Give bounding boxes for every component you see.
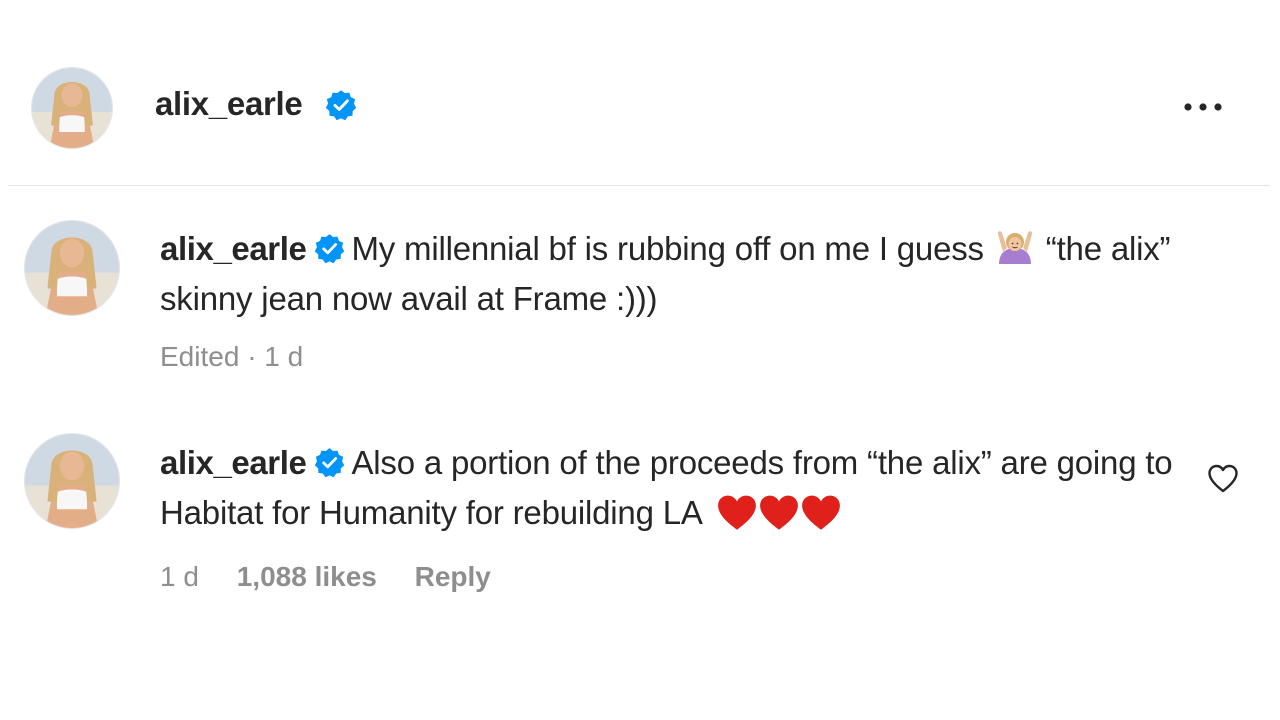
comment-text: Also a portion of the proceeds from “the… bbox=[160, 444, 1173, 531]
heart-outline-icon[interactable] bbox=[1205, 461, 1241, 497]
comment-text-block: alix_earle My millennial bf is rubbing of… bbox=[160, 224, 1205, 324]
red-heart-emoji bbox=[716, 494, 758, 532]
header-divider bbox=[8, 185, 1270, 186]
comment-time[interactable]: 1 d bbox=[264, 340, 303, 374]
more-horizontal-icon[interactable] bbox=[1180, 92, 1226, 122]
header-username[interactable]: alix_earle bbox=[155, 84, 303, 124]
comment-avatar[interactable] bbox=[24, 220, 120, 316]
comment-text: My millennial bf is rubbing off on me I … bbox=[351, 230, 984, 267]
comment-meta: 1 d 1,088 likes Reply bbox=[160, 560, 491, 594]
comment-username[interactable]: alix_earle bbox=[160, 230, 307, 267]
person-gesturing-ok-emoji bbox=[997, 231, 1032, 264]
verified-badge-icon bbox=[314, 233, 345, 264]
red-heart-emoji bbox=[800, 494, 842, 532]
meta-separator: · bbox=[247, 341, 257, 372]
avatar-image bbox=[25, 221, 119, 315]
verified-badge-icon bbox=[314, 447, 345, 478]
comment-meta: Edited · 1 d bbox=[160, 340, 303, 374]
header-avatar[interactable] bbox=[31, 67, 113, 149]
edited-label: Edited bbox=[160, 341, 240, 372]
verified-badge-icon bbox=[325, 89, 357, 121]
comment-username[interactable]: alix_earle bbox=[160, 444, 307, 481]
likes-count[interactable]: 1,088 likes bbox=[237, 560, 377, 594]
avatar-image bbox=[32, 68, 112, 148]
comment-time[interactable]: 1 d bbox=[160, 560, 199, 594]
avatar-image bbox=[25, 434, 119, 528]
red-heart-emoji bbox=[758, 494, 800, 532]
reply-button[interactable]: Reply bbox=[415, 560, 491, 594]
comment-avatar[interactable] bbox=[24, 433, 120, 529]
red-hearts-emoji bbox=[716, 494, 842, 546]
comment-text-block: alix_earle Also a portion of the proceeds… bbox=[160, 438, 1205, 546]
